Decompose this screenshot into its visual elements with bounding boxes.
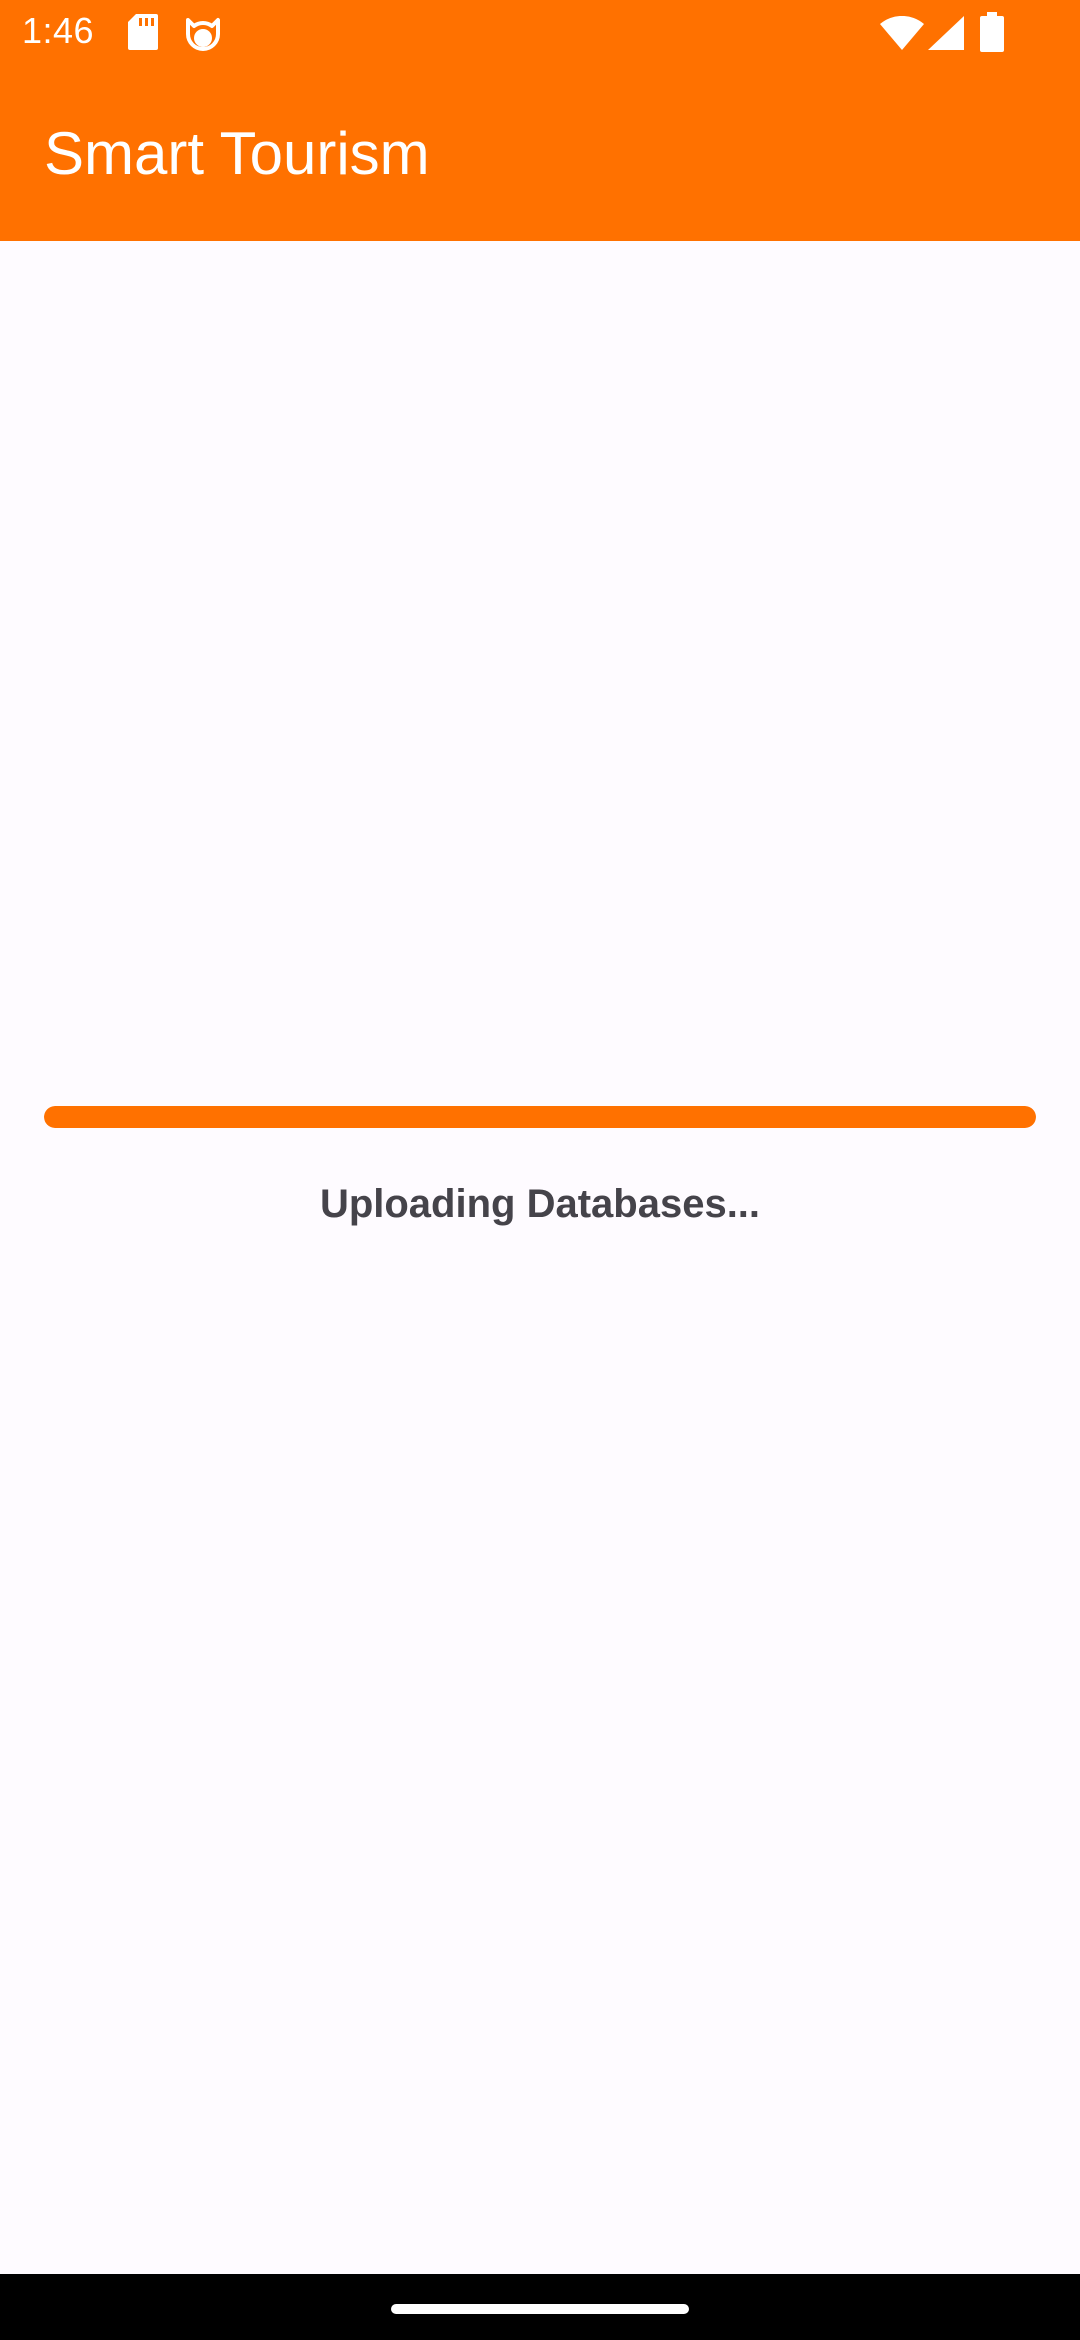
status-time: 1:46 xyxy=(22,10,95,51)
cellular-signal-icon xyxy=(928,16,964,55)
app-title: Smart Tourism xyxy=(44,120,430,187)
upload-progress-fill xyxy=(44,1106,1036,1128)
sd-card-icon xyxy=(128,14,158,55)
cat-face-icon xyxy=(184,14,222,57)
battery-icon xyxy=(980,12,1004,57)
screen: 1:46 Smart Tourism Uploading Databases..… xyxy=(0,0,1080,2340)
main-content xyxy=(0,241,1080,2274)
app-header: 1:46 Smart Tourism xyxy=(0,0,1080,241)
upload-status-message: Uploading Databases... xyxy=(319,1182,761,1226)
status-bar: 1:46 xyxy=(0,0,1080,66)
upload-progress-bar xyxy=(44,1106,1036,1128)
home-gesture-handle[interactable] xyxy=(391,2304,689,2314)
wifi-icon xyxy=(880,15,924,55)
